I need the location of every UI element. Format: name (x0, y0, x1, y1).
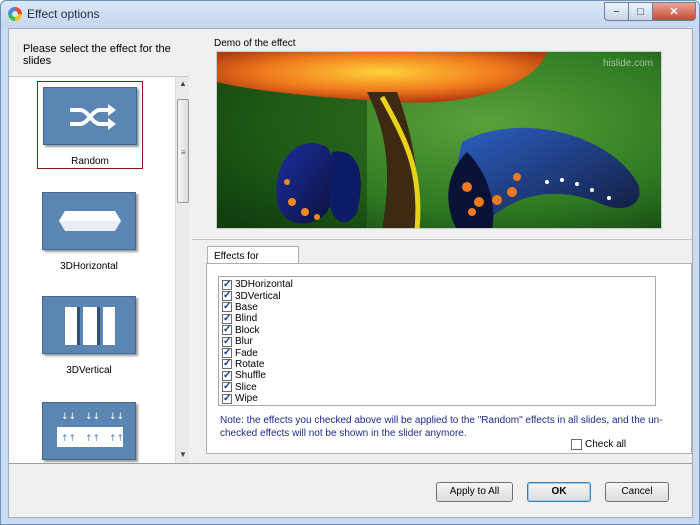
scrollbar-thumb[interactable]: ≡ (177, 99, 189, 203)
effect-selector-pane: Please select the effect for the slides (9, 29, 189, 463)
checklist-item[interactable]: Shuffle (222, 370, 655, 381)
effect-item-blind[interactable]: ↓↓ ↓↓ ↓↓ ↑↑ ↑↑ ↑↑ (37, 397, 143, 463)
scroll-up-icon[interactable]: ▲ (178, 79, 188, 89)
close-button[interactable]: ✕ (652, 2, 696, 21)
checkbox-label: Fade (235, 347, 258, 359)
checkbox-label: Base (235, 301, 258, 313)
checkbox[interactable] (222, 370, 232, 381)
checkbox[interactable] (222, 336, 232, 347)
svg-text:↑↑: ↑↑ (85, 434, 100, 444)
checkbox[interactable] (222, 381, 232, 393)
demo-preview-image: hislide.com (216, 51, 662, 229)
effect-item-3dhorizontal[interactable]: 3DHorizontal (37, 187, 143, 275)
checkbox-label: Shuffle (235, 370, 266, 382)
effect-item-label: Random (71, 156, 109, 167)
checkbox-label: Blind (235, 313, 258, 325)
checkbox-label: Rotate (235, 358, 265, 370)
dialog-body: Please select the effect for the slides (8, 28, 693, 518)
checkbox[interactable] (222, 393, 232, 404)
tab-effects-for-random[interactable]: Effects for Random (207, 246, 299, 273)
svg-text:↑↑: ↑↑ (109, 434, 124, 444)
effect-list-scrollbar[interactable]: ▲ ≡ ▼ (175, 77, 189, 463)
window-title: Effect options (27, 7, 100, 21)
svg-text:↑↑: ↑↑ (61, 434, 76, 444)
checklist-item[interactable]: Base (222, 301, 655, 313)
checklist-item[interactable]: Wipe (222, 393, 655, 404)
ok-button[interactable]: OK (527, 482, 591, 502)
section-divider (192, 239, 692, 240)
maximize-button[interactable]: □ (628, 2, 653, 21)
effects-note: Note: the effects you checked above will… (220, 415, 663, 439)
checklist-item[interactable]: Slice (222, 381, 655, 393)
app-logo-icon (8, 7, 22, 21)
effect-item-label: 3DVertical (66, 365, 112, 376)
checkbox[interactable] (222, 290, 232, 302)
svg-text:↓↓: ↓↓ (85, 412, 100, 422)
checklist-item[interactable]: Fade (222, 347, 655, 359)
apply-to-all-button[interactable]: Apply to All (436, 482, 513, 502)
effect-options-window: Effect options − □ ✕ Please select the e… (0, 0, 700, 525)
demo-label: Demo of the effect (212, 38, 298, 49)
effects-checklist: 3DHorizontal 3DVertical Base Blind Block… (218, 276, 656, 406)
check-all-checkbox[interactable] (571, 439, 582, 450)
checkbox[interactable] (222, 324, 232, 336)
svg-text:↓↓: ↓↓ (109, 412, 124, 422)
demo-watermark: hislide.com (602, 58, 653, 69)
checklist-item[interactable]: Block (222, 324, 655, 336)
checklist-item[interactable]: 3DHorizontal (222, 279, 655, 290)
checkbox-label: 3DVertical (235, 290, 281, 302)
checklist-item[interactable]: Rotate (222, 358, 655, 370)
cancel-button[interactable]: Cancel (605, 482, 669, 502)
demo-group: Demo of the effect hislide.com (202, 35, 692, 235)
title-bar[interactable]: Effect options − □ ✕ (1, 1, 699, 27)
check-all-label: Check all (585, 439, 627, 450)
checkbox-label: Slice (235, 381, 257, 393)
effect-item-random[interactable]: Random (37, 81, 143, 169)
effect-item-label: 3DHorizontal (60, 261, 118, 272)
effects-tab-body: 3DHorizontal 3DVertical Base Blind Block… (206, 263, 692, 454)
svg-text:↓↓: ↓↓ (61, 412, 76, 422)
effect-item-3dvertical[interactable]: 3DVertical (37, 291, 143, 379)
blind-arrows-icon: ↓↓ ↓↓ ↓↓ ↑↑ ↑↑ ↑↑ (42, 402, 136, 460)
checkbox-label: Wipe (235, 393, 258, 405)
3d-vertical-icon (42, 296, 136, 354)
effect-list[interactable]: Random 3DHorizontal 3DVertical ↓↓ ↓↓ ↓↓ … (9, 77, 175, 463)
checkbox[interactable] (222, 347, 232, 359)
checklist-item[interactable]: Blur (222, 336, 655, 347)
3d-horizontal-icon (42, 192, 136, 250)
footer-divider (9, 463, 692, 464)
checkbox[interactable] (222, 301, 232, 313)
check-all-toggle[interactable]: Check all (571, 439, 626, 450)
shuffle-icon (43, 87, 137, 145)
minimize-button[interactable]: − (604, 2, 629, 21)
checkbox[interactable] (222, 279, 232, 290)
checklist-item[interactable]: 3DVertical (222, 290, 655, 302)
checkbox[interactable] (222, 358, 232, 370)
effect-selector-instructions: Please select the effect for the slides (23, 43, 171, 67)
checkbox-label: 3DHorizontal (235, 279, 293, 291)
checkbox[interactable] (222, 313, 232, 324)
scroll-down-icon[interactable]: ▼ (178, 450, 188, 460)
grip-icon: ≡ (181, 148, 186, 157)
effects-panel: Effects for Random 3DHorizontal 3DVertic… (206, 246, 692, 454)
effect-selector-header: Please select the effect for the slides (9, 29, 189, 77)
checklist-item[interactable]: Blind (222, 313, 655, 324)
checkbox-label: Blur (235, 336, 253, 348)
checkbox-label: Block (235, 324, 260, 336)
